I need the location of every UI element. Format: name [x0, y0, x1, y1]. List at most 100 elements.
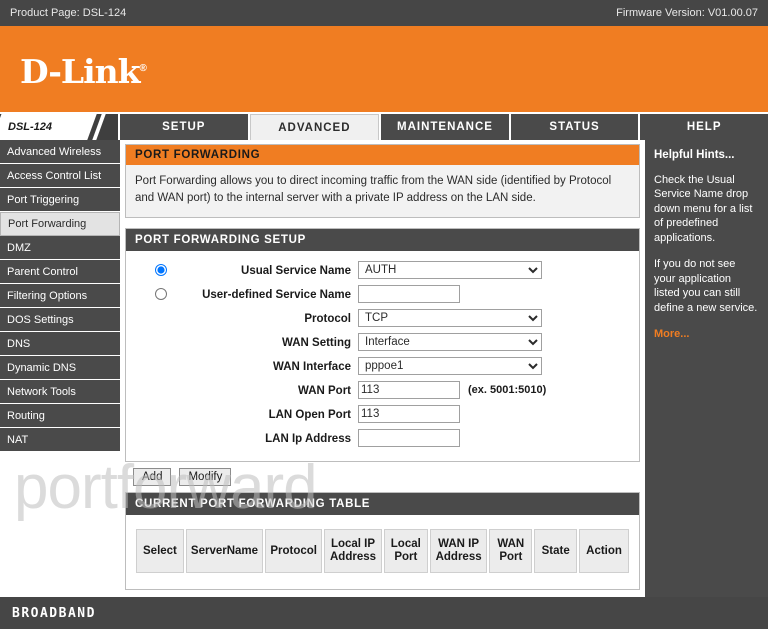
wan-interface-select[interactable]: pppoe1 — [358, 357, 542, 375]
router-admin-page: Product Page: DSL-124 Firmware Version: … — [0, 0, 768, 629]
dlink-logo: D-Link® — [20, 52, 147, 91]
protocol-control: TCP — [358, 309, 542, 327]
sidebar-item-port-forwarding[interactable]: Port Forwarding — [0, 212, 120, 236]
model-name-label: DSL-124 — [8, 121, 53, 133]
row-usual-service-name: Usual Service Name AUTH — [126, 261, 639, 281]
tab-setup[interactable]: SETUP — [120, 114, 248, 140]
tab-advanced[interactable]: ADVANCED — [249, 114, 380, 140]
registered-mark-icon: ® — [139, 63, 147, 74]
product-page-label: Product Page: DSL-124 — [10, 7, 127, 19]
sidebar-item-dos-settings[interactable]: DOS Settings — [0, 308, 120, 332]
user-defined-radio-cell — [126, 285, 173, 300]
col-wan-ip-address: WAN IP Address — [429, 529, 488, 573]
current-table-panel: CURRENT PORT FORWARDING TABLE Select Ser… — [125, 492, 640, 590]
lan-open-port-input[interactable] — [358, 405, 460, 423]
user-defined-service-name-input[interactable] — [358, 285, 460, 303]
row-wan-setting: WAN Setting Interface — [126, 333, 639, 353]
table-head: Select ServerName Protocol Local IP Addr… — [136, 529, 629, 573]
current-table-title: CURRENT PORT FORWARDING TABLE — [126, 493, 639, 515]
protocol-label: Protocol — [304, 313, 351, 325]
usual-service-name-radio[interactable] — [155, 264, 167, 276]
col-select: Select — [136, 529, 184, 573]
user-defined-service-name-label: User-defined Service Name — [202, 289, 351, 301]
dlink-logo-text: D-Link — [20, 52, 141, 91]
page-body: Advanced Wireless Access Control List Po… — [0, 140, 768, 597]
row-wan-interface: WAN Interface pppoe1 — [126, 357, 639, 377]
sidebar-item-port-triggering[interactable]: Port Triggering — [0, 188, 120, 212]
page-footer: BROADBAND — [0, 597, 768, 629]
add-button[interactable]: Add — [133, 468, 172, 486]
col-state: State — [534, 529, 578, 573]
tab-maintenance[interactable]: MAINTENANCE — [381, 114, 509, 140]
port-forwarding-info-panel: PORT FORWARDING Port Forwarding allows y… — [125, 144, 640, 218]
usual-service-name-control: AUTH — [358, 261, 542, 279]
wan-setting-control: Interface — [358, 333, 542, 351]
row-lan-open-port: LAN Open Port — [126, 405, 639, 425]
hints-title: Helpful Hints... — [654, 149, 735, 161]
hints-paragraph-1: Check the Usual Service Name drop down m… — [654, 173, 753, 244]
row-lan-ip-address: LAN Ip Address — [126, 429, 639, 449]
sidebar-item-dns[interactable]: DNS — [0, 332, 120, 356]
wan-port-input[interactable] — [358, 381, 460, 399]
sidebar-item-filtering-options[interactable]: Filtering Options — [0, 284, 120, 308]
page-title: PORT FORWARDING — [126, 145, 639, 165]
wan-port-example-hint: (ex. 5001:5010) — [468, 384, 547, 396]
col-local-port: Local Port — [383, 529, 428, 573]
col-local-ip-address: Local IP Address — [324, 529, 382, 573]
wan-setting-select[interactable]: Interface — [358, 333, 542, 351]
sidebar-item-advanced-wireless[interactable]: Advanced Wireless — [0, 140, 120, 164]
model-tab: DSL-124 — [0, 114, 118, 140]
col-wan-port: WAN Port — [489, 529, 533, 573]
col-server-name: ServerName — [185, 529, 264, 573]
brand-banner: D-Link® — [0, 26, 768, 114]
page-description: Port Forwarding allows you to direct inc… — [126, 165, 639, 217]
product-topbar: Product Page: DSL-124 Firmware Version: … — [0, 0, 768, 26]
lan-open-port-control — [358, 405, 460, 423]
hints-paragraph-2: If you do not see your application liste… — [654, 258, 758, 314]
sidebar-item-parent-control[interactable]: Parent Control — [0, 260, 120, 284]
usual-service-radio-cell — [126, 261, 173, 276]
broadband-label: BROADBAND — [12, 605, 96, 621]
user-defined-service-name-radio[interactable] — [155, 288, 167, 300]
sidebar-item-access-control-list[interactable]: Access Control List — [0, 164, 120, 188]
firmware-version-label: Firmware Version: V01.00.07 — [616, 7, 758, 19]
sidebar-item-nat[interactable]: NAT — [0, 428, 120, 452]
sidebar-item-dmz[interactable]: DMZ — [0, 236, 120, 260]
main-navigation: DSL-124 SETUP ADVANCED MAINTENANCE STATU… — [0, 114, 768, 140]
lan-ip-address-input[interactable] — [358, 429, 460, 447]
main-content: PORT FORWARDING Port Forwarding allows y… — [120, 140, 645, 597]
row-protocol: Protocol TCP — [126, 309, 639, 329]
port-forwarding-table: Select ServerName Protocol Local IP Addr… — [134, 527, 631, 575]
sidebar-item-dynamic-dns[interactable]: Dynamic DNS — [0, 356, 120, 380]
tab-status[interactable]: STATUS — [510, 114, 639, 140]
usual-service-name-label: Usual Service Name — [241, 265, 351, 277]
col-action: Action — [579, 529, 629, 573]
lan-ip-address-control — [358, 429, 460, 447]
table-header-row: Select ServerName Protocol Local IP Addr… — [136, 529, 629, 573]
row-user-defined-service-name: User-defined Service Name — [126, 285, 639, 305]
row-wan-port: WAN Port (ex. 5001:5010) — [126, 381, 639, 401]
sidebar-item-network-tools[interactable]: Network Tools — [0, 380, 120, 404]
lan-open-port-label: LAN Open Port — [268, 409, 351, 421]
tab-help[interactable]: HELP — [640, 114, 768, 140]
wan-port-control: (ex. 5001:5010) — [358, 381, 546, 399]
wan-setting-label: WAN Setting — [282, 337, 351, 349]
helpful-hints-panel: Helpful Hints... Check the Usual Service… — [645, 140, 768, 597]
user-defined-service-name-control — [358, 285, 460, 303]
setup-section-title: PORT FORWARDING SETUP — [126, 229, 639, 251]
protocol-select[interactable]: TCP — [358, 309, 542, 327]
sidebar-item-routing[interactable]: Routing — [0, 404, 120, 428]
form-action-buttons: Add Modify — [125, 462, 640, 492]
wan-interface-label: WAN Interface — [273, 361, 351, 373]
sidebar-menu: Advanced Wireless Access Control List Po… — [0, 140, 120, 597]
wan-port-label: WAN Port — [297, 385, 351, 397]
modify-button[interactable]: Modify — [179, 468, 232, 486]
current-table-wrap: Select ServerName Protocol Local IP Addr… — [126, 515, 639, 589]
port-forwarding-setup-panel: PORT FORWARDING SETUP Usual Service Name… — [125, 228, 640, 462]
hints-more-link[interactable]: More... — [654, 327, 759, 342]
wan-interface-control: pppoe1 — [358, 357, 542, 375]
port-forwarding-form: Usual Service Name AUTH User-defined Ser… — [126, 251, 639, 461]
usual-service-name-select[interactable]: AUTH — [358, 261, 542, 279]
col-protocol: Protocol — [265, 529, 323, 573]
lan-ip-address-label: LAN Ip Address — [265, 433, 351, 445]
